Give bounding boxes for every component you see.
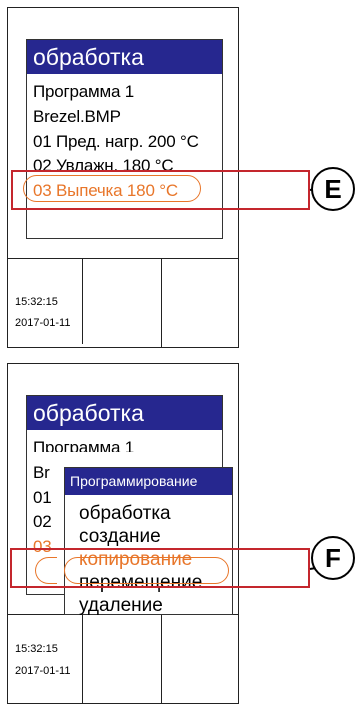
panel-divider <box>161 614 162 704</box>
panel-divider <box>161 258 162 348</box>
clock-time: 15:32:15 <box>15 296 58 308</box>
highlight-frame <box>11 170 310 210</box>
menu-item-processing[interactable]: обработка <box>79 503 171 525</box>
step-item[interactable]: 02 <box>33 512 52 532</box>
program-name: Программа 1 <box>33 438 135 452</box>
clock-date: 2017-01-11 <box>15 317 71 329</box>
step-item[interactable]: 01 Пред. нагр. 200 °C <box>33 132 199 152</box>
step-item[interactable]: 02 Увлажн. 180 °C <box>33 156 173 170</box>
file-name: Br <box>33 463 50 482</box>
program-name: Программа 1 <box>33 82 135 101</box>
file-name: Brezel.BMP <box>33 107 121 126</box>
clock-time: 15:32:15 <box>15 643 58 655</box>
menu-item-delete[interactable]: удаление <box>79 595 163 617</box>
highlight-frame <box>10 548 310 588</box>
clock-date: 2017-01-11 <box>15 665 71 677</box>
menu-title: Программирование <box>65 468 232 495</box>
panel-divider <box>8 258 238 259</box>
screen-title: обработка <box>27 40 222 74</box>
callout-e: E <box>311 167 355 211</box>
menu-item-create[interactable]: создание <box>79 526 161 548</box>
screen-title: обработка <box>27 396 222 430</box>
callout-f: F <box>311 536 355 580</box>
programming-menu: Программирование обработка создание копи… <box>64 467 233 617</box>
device-panel-bottom: обработка Программа 1 Br 01 02 03 Програ… <box>7 363 239 704</box>
panel-divider <box>82 258 83 344</box>
step-item[interactable]: 01 <box>33 488 52 508</box>
panel-divider <box>82 614 83 704</box>
